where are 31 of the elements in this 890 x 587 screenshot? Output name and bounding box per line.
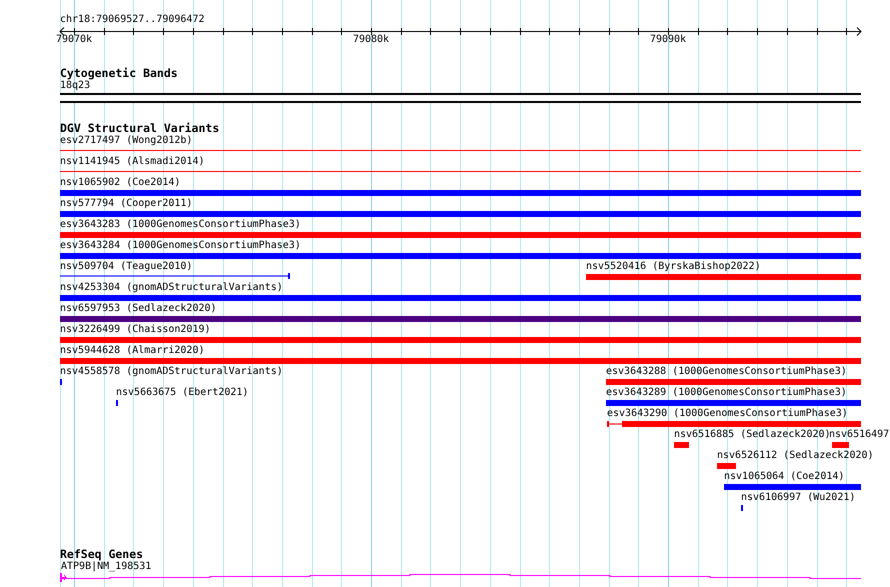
variant-label: nsv4253304 (gnomADStructuralVariants) <box>60 282 283 294</box>
tick-label: 79080k <box>352 34 390 46</box>
variant-label: nsv509704 (Teague2010) <box>60 261 192 273</box>
variant-label: esv3643288 (1000GenomesConsortiumPhase3) <box>606 366 847 378</box>
track-title: DGV Structural Variants <box>60 122 220 135</box>
track-title: RefSeq Genes <box>60 548 144 561</box>
variant-label: nsv5520416 (ByrskaBishop2022) <box>586 261 761 273</box>
variant-label: nsv6597953 (Sedlazeck2020) <box>60 303 217 315</box>
variant-label: nsv577794 (Cooper2011) <box>60 198 192 210</box>
gene-label: ATP9B|NM_198531 <box>61 561 152 573</box>
variant-label: nsv1141945 (Alsmadi2014) <box>60 156 204 168</box>
band-label: 18q23 <box>60 80 90 92</box>
variant-label: esv3643284 (1000GenomesConsortiumPhase3) <box>60 240 301 252</box>
track-title: Cytogenetic Bands <box>60 67 178 80</box>
variant-label: nsv6516497 <box>829 429 890 441</box>
tick-label: 79070k <box>56 34 92 46</box>
tick-label: 79090k <box>650 34 686 46</box>
variant-label: nsv6106997 (Wu2021) <box>741 492 856 504</box>
variant-label: nsv6516885 (Sedlazeck2020) <box>674 429 831 441</box>
variant-label: nsv5663675 (Ebert2021) <box>116 387 248 399</box>
variant-label: esv3643290 (1000GenomesConsortiumPhase3) <box>607 408 848 420</box>
variant-label: nsv3226499 (Chaisson2019) <box>60 324 211 336</box>
location-label: chr18:79069527..79096472 <box>60 14 204 26</box>
variant-label: nsv4558578 (gnomADStructuralVariants) <box>60 366 283 378</box>
variant-label: nsv6526112 (Sedlazeck2020) <box>717 450 874 462</box>
variant-label: nsv5944628 (Almarri2020) <box>60 345 204 357</box>
variant-label: esv3643283 (1000GenomesConsortiumPhase3) <box>60 219 301 231</box>
variant-label: nsv1065064 (Coe2014) <box>724 471 844 483</box>
variant-label: esv2717497 (Wong2012b) <box>60 135 192 147</box>
variant-label: nsv1065902 (Coe2014) <box>60 177 180 189</box>
variant-label: esv3643289 (1000GenomesConsortiumPhase3) <box>606 387 847 399</box>
